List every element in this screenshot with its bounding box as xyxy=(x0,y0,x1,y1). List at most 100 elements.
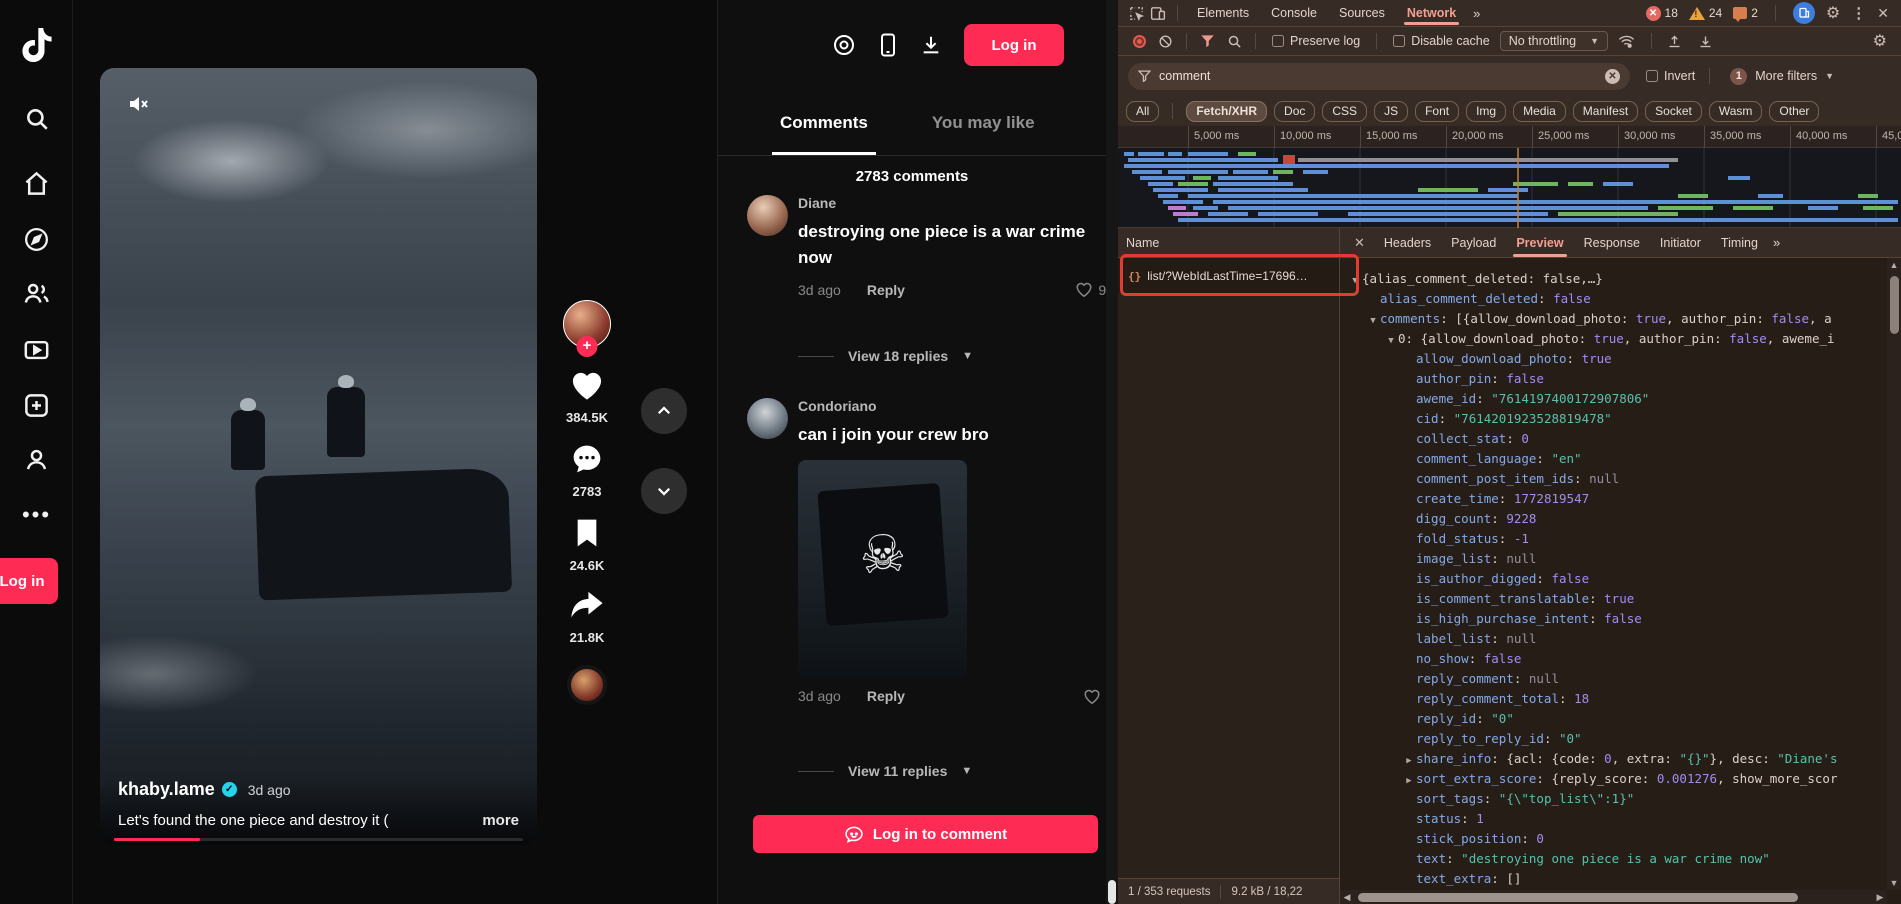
filter-chip-other[interactable]: Other xyxy=(1769,101,1819,122)
clear-filter-icon[interactable]: ✕ xyxy=(1605,69,1620,84)
expanded-arrow-icon[interactable]: ▼ xyxy=(1366,311,1380,331)
tab-headers[interactable]: Headers xyxy=(1375,228,1440,257)
filter-icon[interactable] xyxy=(1195,34,1220,48)
reply-button[interactable]: Reply xyxy=(867,688,905,704)
comment-author[interactable]: Condoriano xyxy=(798,398,1100,414)
scrollbar-thumb[interactable] xyxy=(1108,880,1116,904)
view-replies-button[interactable]: View 11 replies▼ xyxy=(798,763,972,779)
disable-cache-checkbox[interactable]: Disable cache xyxy=(1393,34,1490,48)
more-tabs-icon[interactable]: » xyxy=(1469,6,1484,21)
preserve-log-checkbox[interactable]: Preserve log xyxy=(1272,34,1360,48)
json-tree-line[interactable]: ▼0: {allow_download_photo: true, author_… xyxy=(1340,329,1887,349)
scroll-up-icon[interactable]: ▲ xyxy=(1887,258,1901,272)
next-video-button[interactable] xyxy=(641,468,687,514)
tab-payload[interactable]: Payload xyxy=(1442,228,1505,257)
filter-chip-img[interactable]: Img xyxy=(1466,101,1506,122)
tab-network[interactable]: Network xyxy=(1398,0,1465,26)
filter-chip-manifest[interactable]: Manifest xyxy=(1573,101,1638,122)
sidebar-login-button[interactable]: Log in xyxy=(0,558,58,604)
more-icon[interactable]: ••• xyxy=(0,502,73,528)
export-har-icon[interactable] xyxy=(1691,34,1720,49)
tab-you-may-like[interactable]: You may like xyxy=(932,90,1035,155)
view-replies-button[interactable]: View 18 replies▼ xyxy=(798,348,973,364)
browser-page-scrollbar[interactable] xyxy=(1106,0,1118,904)
collapsed-arrow-icon[interactable]: ▶ xyxy=(1402,771,1416,791)
search-icon[interactable] xyxy=(0,106,73,132)
scrollbar-thumb[interactable] xyxy=(1890,276,1899,334)
device-mode-active-icon[interactable] xyxy=(1793,2,1815,24)
expanded-arrow-icon[interactable]: ▼ xyxy=(1384,331,1398,351)
creator-avatar[interactable]: + xyxy=(563,300,611,348)
close-devtools-icon[interactable]: ✕ xyxy=(1877,5,1889,22)
download-icon[interactable] xyxy=(920,33,942,57)
sound-disc-avatar[interactable] xyxy=(567,665,607,705)
reply-button[interactable]: Reply xyxy=(867,282,905,298)
scroll-down-icon[interactable]: ▼ xyxy=(1887,876,1901,890)
comment-author[interactable]: Diane xyxy=(798,195,1100,211)
mute-icon[interactable] xyxy=(126,92,150,121)
json-tree-line[interactable]: ▼comments: [{allow_download_photo: true,… xyxy=(1340,309,1887,329)
commenter-avatar[interactable] xyxy=(747,195,788,236)
previous-video-button[interactable] xyxy=(641,388,687,434)
scroll-left-icon[interactable]: ◀ xyxy=(1340,890,1354,904)
device-toolbar-icon[interactable] xyxy=(1149,5,1167,22)
throttling-dropdown[interactable]: No throttling▼ xyxy=(1500,31,1608,51)
comment-like-button[interactable]: 92 xyxy=(1075,281,1106,298)
profile-icon[interactable] xyxy=(0,446,73,473)
scroll-right-icon[interactable]: ▶ xyxy=(1873,890,1887,904)
preview-horizontal-scrollbar[interactable]: ◀ ▶ xyxy=(1340,890,1887,904)
close-details-icon[interactable]: ✕ xyxy=(1346,235,1373,251)
following-icon[interactable] xyxy=(0,280,73,307)
import-har-icon[interactable] xyxy=(1660,34,1689,49)
commenter-avatar[interactable] xyxy=(747,398,788,439)
network-conditions-icon[interactable] xyxy=(1610,34,1643,49)
filter-chip-media[interactable]: Media xyxy=(1513,101,1566,122)
filter-chip-css[interactable]: CSS xyxy=(1322,101,1367,122)
invert-checkbox[interactable]: Invert xyxy=(1646,69,1695,83)
record-network-log-icon[interactable] xyxy=(1128,35,1151,48)
filter-chip-fetch-xhr[interactable]: Fetch/XHR xyxy=(1186,101,1267,122)
tiktok-logo-icon[interactable] xyxy=(0,28,73,62)
filter-chip-font[interactable]: Font xyxy=(1415,101,1459,122)
login-to-comment-button[interactable]: Log in to comment xyxy=(753,815,1098,853)
explore-icon[interactable] xyxy=(0,226,73,253)
upload-icon[interactable] xyxy=(0,392,73,419)
search-network-icon[interactable] xyxy=(1222,34,1247,49)
more-filters-dropdown[interactable]: More filters xyxy=(1755,69,1817,83)
tab-console[interactable]: Console xyxy=(1262,0,1326,26)
json-tree-line[interactable]: ▶sort_extra_score: {reply_score: 0.00127… xyxy=(1340,769,1887,789)
comment-like-button[interactable]: 6 xyxy=(1083,688,1106,705)
live-icon[interactable] xyxy=(0,336,73,363)
video-username[interactable]: khaby.lame xyxy=(118,779,215,800)
collapsed-arrow-icon[interactable]: ▶ xyxy=(1402,751,1416,771)
clear-network-log-icon[interactable] xyxy=(1153,34,1178,49)
tab-preview[interactable]: Preview xyxy=(1507,228,1572,257)
comment-image-attachment[interactable]: ☠ xyxy=(798,460,967,678)
filter-chip-socket[interactable]: Socket xyxy=(1645,101,1702,122)
json-preview-tree[interactable]: ▼{alias_comment_deleted: false,…}alias_c… xyxy=(1340,258,1887,890)
like-button[interactable]: 384.5K xyxy=(560,370,614,425)
tab-elements[interactable]: Elements xyxy=(1188,0,1258,26)
filter-input[interactable] xyxy=(1159,69,1597,83)
caption-more-button[interactable]: more xyxy=(482,812,519,829)
filter-input-pill[interactable]: ✕ xyxy=(1128,63,1630,90)
more-details-tabs-icon[interactable]: » xyxy=(1769,235,1784,250)
kebab-menu-icon[interactable]: ⋮ xyxy=(1851,4,1866,22)
tab-response[interactable]: Response xyxy=(1575,228,1649,257)
tab-comments[interactable]: Comments xyxy=(780,90,868,155)
network-settings-gear-icon[interactable]: ⚙ xyxy=(1873,31,1887,51)
preview-vertical-scrollbar[interactable]: ▲ ▼ xyxy=(1887,258,1901,890)
follow-plus-button[interactable]: + xyxy=(577,336,598,357)
share-button[interactable]: 21.8K xyxy=(560,591,614,645)
inspect-element-icon[interactable] xyxy=(1128,5,1145,22)
tab-initiator[interactable]: Initiator xyxy=(1651,228,1710,257)
scrollbar-thumb[interactable] xyxy=(1358,893,1798,902)
creator-tools-icon[interactable] xyxy=(832,33,856,57)
issues-badge[interactable]: 2 xyxy=(1733,6,1758,20)
more-filters-caret-icon[interactable]: ▼ xyxy=(1825,71,1834,81)
get-app-icon[interactable] xyxy=(878,33,898,57)
tab-sources[interactable]: Sources xyxy=(1330,0,1394,26)
json-tree-line[interactable]: ▼{alias_comment_deleted: false,…} xyxy=(1340,269,1887,289)
json-tree-line[interactable]: ▶share_info: {acl: {code: 0, extra: "{}"… xyxy=(1340,749,1887,769)
topbar-login-button[interactable]: Log in xyxy=(964,24,1064,66)
